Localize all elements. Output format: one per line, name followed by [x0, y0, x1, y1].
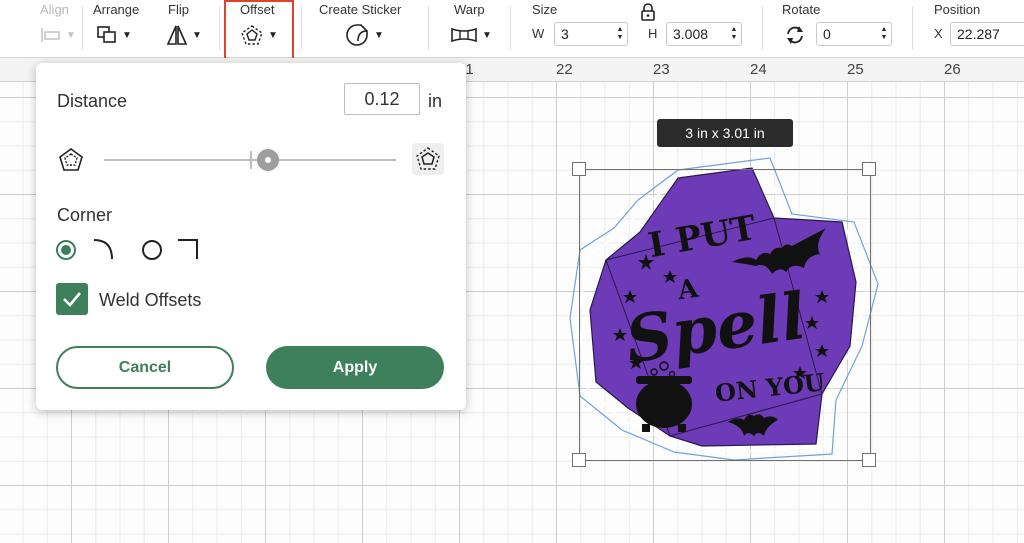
- rotate-value: 0: [823, 26, 831, 42]
- rotate-icon[interactable]: [784, 24, 806, 51]
- offset-min-icon[interactable]: [58, 147, 84, 178]
- selection-bounding-box: [579, 169, 871, 461]
- create-sticker-button[interactable]: Create Sticker ▼: [318, 0, 414, 58]
- weld-offsets-label: Weld Offsets: [99, 290, 202, 310]
- width-value: 3: [561, 26, 569, 42]
- corner-label: Corner: [57, 205, 113, 225]
- distance-unit: in: [428, 91, 443, 111]
- height-input[interactable]: 3.008 ▲ ▼: [666, 22, 742, 46]
- width-stepper[interactable]: ▲ ▼: [615, 25, 625, 43]
- position-x-input[interactable]: 22.287: [950, 22, 1024, 46]
- ruler-number: 25: [847, 61, 864, 78]
- position-control: Position X 22.287: [932, 0, 1024, 58]
- position-x-value: 22.287: [957, 26, 1000, 42]
- edit-toolbar: Align ▼ Arrange ▼ Flip ▼ Offset ▼ Create: [0, 0, 1024, 62]
- resize-handle-bottom-right[interactable]: [862, 453, 876, 467]
- rotate-label: Rotate: [782, 2, 821, 17]
- selected-design[interactable]: I PUT A Spell ON YOU: [560, 150, 890, 480]
- position-label: Position: [934, 2, 981, 17]
- offset-max-icon[interactable]: [412, 143, 444, 175]
- ruler-number: 26: [944, 61, 961, 78]
- resize-handle-bottom-left[interactable]: [572, 453, 586, 467]
- corner-rounded-radio[interactable]: [56, 240, 76, 260]
- width-input[interactable]: 3 ▲ ▼: [554, 22, 628, 46]
- resize-handle-top-right[interactable]: [862, 162, 876, 176]
- arrange-label: Arrange: [93, 2, 140, 17]
- flip-label: Flip: [168, 2, 189, 17]
- apply-button[interactable]: Apply: [266, 346, 444, 389]
- align-icon: ▼: [40, 22, 76, 48]
- create-sticker-label: Create Sticker: [319, 2, 402, 17]
- size-control: Size W 3 ▲ ▼ H 3.008 ▲ ▼: [530, 0, 746, 58]
- distance-label: Distance: [57, 91, 128, 111]
- arrange-icon: ▼: [96, 22, 132, 48]
- size-tooltip: 3 in x 3.01 in: [657, 119, 793, 147]
- size-label: Size: [532, 2, 558, 17]
- align-label: Align: [40, 2, 69, 17]
- weld-offsets-checkbox[interactable]: [56, 283, 88, 315]
- resize-handle-top-left[interactable]: [572, 162, 586, 176]
- arrange-button[interactable]: Arrange ▼: [92, 0, 152, 58]
- cancel-button[interactable]: Cancel: [56, 346, 234, 389]
- offset-panel: Distance 0.12 in Corner Weld Offsets Can…: [36, 63, 466, 410]
- height-stepper[interactable]: ▲ ▼: [729, 25, 739, 43]
- ruler-number: 24: [750, 61, 767, 78]
- distance-slider-thumb[interactable]: [256, 149, 279, 171]
- warp-button[interactable]: Warp ▼: [448, 0, 498, 58]
- distance-input[interactable]: 0.12: [344, 83, 420, 115]
- ruler-number: 23: [653, 61, 670, 78]
- rotate-input[interactable]: 0 ▲ ▼: [816, 22, 892, 46]
- align-control: Align ▼: [36, 0, 86, 58]
- position-x-label: X: [934, 26, 943, 41]
- flip-icon: ▼: [166, 22, 202, 48]
- rotate-stepper[interactable]: ▲ ▼: [879, 25, 889, 43]
- width-label: W: [532, 26, 545, 41]
- rounded-corner-icon: [92, 237, 116, 266]
- height-value: 3.008: [673, 26, 709, 42]
- height-label: H: [648, 26, 658, 41]
- rotate-control: Rotate 0 ▲ ▼: [782, 0, 894, 58]
- ruler-number: 22: [556, 61, 573, 78]
- sticker-icon: ▼: [344, 22, 384, 48]
- checkmark-icon: [63, 292, 81, 307]
- flip-button[interactable]: Flip ▼: [166, 0, 212, 58]
- warp-icon: ▼: [450, 22, 492, 48]
- square-corner-icon: [176, 237, 200, 266]
- warp-label: Warp: [454, 2, 485, 17]
- corner-square-radio[interactable]: [142, 240, 162, 260]
- lock-icon[interactable]: [640, 3, 656, 26]
- offset-highlight-box: [224, 0, 294, 62]
- slider-default-tick: [250, 151, 252, 169]
